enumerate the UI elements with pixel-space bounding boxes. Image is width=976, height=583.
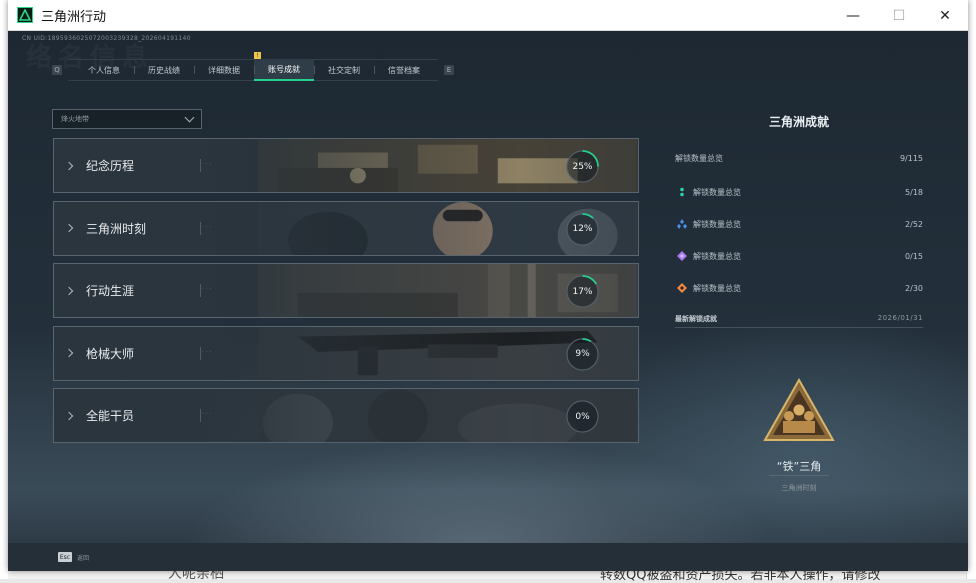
latest-unlock-date: 2026/01/31 bbox=[878, 314, 923, 322]
left-window-edge bbox=[0, 0, 8, 579]
tab-next-key[interactable]: E bbox=[444, 65, 454, 75]
achievement-summary-panel: 三角洲成就 解锁数量总览 9/115 解锁数量总览 5/18 解锁数量总览 2/… bbox=[675, 113, 923, 328]
category-label: 行动生涯 bbox=[86, 282, 134, 299]
mode-dropdown-value: 烽火地带 bbox=[61, 114, 89, 124]
achievement-categories: 纪念历程 · · · 25% bbox=[53, 138, 639, 451]
tab-personal-info[interactable]: 个人信息 bbox=[74, 59, 134, 81]
total-unlock-row: 解锁数量总览 9/115 bbox=[675, 148, 923, 168]
category-card[interactable]: 行动生涯 · · · 17% bbox=[53, 263, 639, 318]
tab-prev-key[interactable]: Q bbox=[52, 65, 62, 75]
esc-key[interactable]: Esc bbox=[58, 552, 72, 562]
delta-force-app-icon bbox=[17, 7, 33, 23]
chevron-down-icon bbox=[185, 113, 195, 123]
progress-percent: 9% bbox=[565, 337, 600, 372]
purple-tier-icon bbox=[677, 251, 687, 261]
progress-percent: 0% bbox=[565, 399, 600, 434]
tier-row: 解锁数量总览 2/30 bbox=[675, 272, 923, 304]
category-label: 纪念历程 bbox=[86, 157, 134, 174]
tier-row: 解锁数量总览 5/18 bbox=[675, 176, 923, 208]
latest-unlock-header: 最新解锁成就 2026/01/31 bbox=[675, 314, 923, 328]
back-label[interactable]: 返回 bbox=[77, 553, 89, 562]
category-card[interactable]: 纪念历程 · · · 25% bbox=[53, 138, 639, 193]
bottom-hint-bar: Esc 返回 bbox=[8, 543, 968, 571]
panel-title: 三角洲成就 bbox=[675, 113, 923, 130]
tier-row: 解锁数量总览 2/52 bbox=[675, 208, 923, 240]
progress-percent: 25% bbox=[565, 149, 600, 184]
tab-social[interactable]: 社交定制 bbox=[314, 59, 374, 81]
tab-history[interactable]: 历史战绩 bbox=[134, 59, 194, 81]
category-card[interactable]: 全能干员 · · · 0% bbox=[53, 388, 639, 443]
medal-name: “铁”三角 bbox=[675, 458, 923, 474]
progress-percent: 12% bbox=[565, 212, 600, 247]
tab-credit-record[interactable]: 信誉档案 bbox=[374, 59, 434, 81]
category-label: 枪械大师 bbox=[86, 345, 134, 362]
category-label: 三角洲时刻 bbox=[86, 220, 146, 237]
category-card[interactable]: 三角洲时刻 · · · 12% bbox=[53, 201, 639, 256]
profile-tabs: Q 个人信息 历史战绩 详细数据 ! 账号成就 社交定制 信誉档案 E bbox=[52, 59, 454, 81]
maximize-button[interactable]: ☐ bbox=[876, 0, 922, 31]
blue-tier-icon bbox=[677, 219, 687, 229]
tier-row: 解锁数量总览 0/15 bbox=[675, 240, 923, 272]
tab-detailed-data[interactable]: 详细数据 bbox=[194, 59, 254, 81]
medal-category: 三角洲时刻 bbox=[675, 483, 923, 493]
category-card[interactable]: 枪械大师 · · · 9% bbox=[53, 326, 639, 381]
title-bar[interactable]: 三角洲行动 — ☐ ✕ bbox=[8, 0, 968, 31]
total-unlock-value: 9/115 bbox=[900, 154, 923, 163]
green-tier-icon bbox=[677, 187, 687, 197]
orange-tier-icon bbox=[677, 283, 687, 293]
iron-triangle-medal-icon[interactable] bbox=[763, 378, 835, 444]
mode-dropdown[interactable]: 烽火地带 bbox=[52, 109, 202, 129]
tab-achievements[interactable]: ! 账号成就 bbox=[254, 59, 314, 81]
notification-badge: ! bbox=[254, 52, 261, 59]
uid-label: CN UID:1895936025072003239328_2026041911… bbox=[22, 35, 191, 42]
progress-percent: 17% bbox=[565, 274, 600, 309]
minimize-button[interactable]: — bbox=[830, 0, 876, 31]
close-button[interactable]: ✕ bbox=[922, 0, 968, 31]
game-window: 三角洲行动 — ☐ ✕ 络名信息 CN UID:1895936025072003… bbox=[8, 0, 968, 571]
category-label: 全能干员 bbox=[86, 407, 134, 424]
window-title: 三角洲行动 bbox=[41, 6, 106, 25]
game-viewport: 络名信息 CN UID:1895936025072003239328_20260… bbox=[8, 31, 968, 571]
